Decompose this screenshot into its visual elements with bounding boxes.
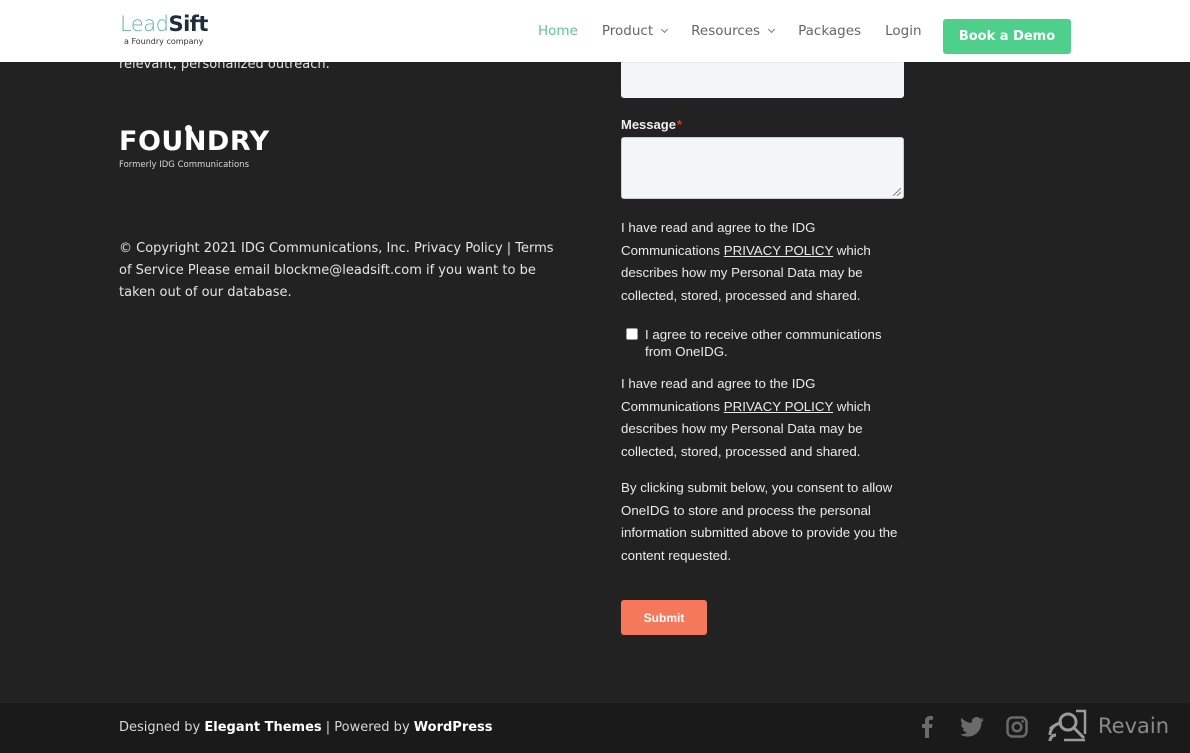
foundry-dot-icon xyxy=(185,125,192,132)
submit-button[interactable]: Submit xyxy=(621,600,707,635)
revain-text: Revain xyxy=(1098,714,1170,738)
message-label-text: Message xyxy=(621,117,676,132)
message-label: Message* xyxy=(621,117,682,132)
nav-product-label: Product xyxy=(601,23,654,39)
logo-sift-text: Sift xyxy=(168,12,208,36)
privacy-consent-2: I have read and agree to the IDG Communi… xyxy=(621,373,904,463)
privacy-policy-link-2[interactable]: PRIVACY POLICY xyxy=(724,399,833,414)
elegant-themes-link[interactable]: Elegant Themes xyxy=(204,720,321,735)
nav-resources-label: Resources xyxy=(691,23,761,39)
wordpress-link[interactable]: WordPress xyxy=(414,720,493,735)
privacy-consent-1: I have read and agree to the IDG Communi… xyxy=(621,217,904,307)
message-textarea[interactable] xyxy=(621,137,904,199)
leadsift-logo[interactable]: LeadSift a Foundry company xyxy=(120,12,208,46)
nav-resources[interactable]: Resources xyxy=(691,23,776,39)
opt-in-label[interactable]: I agree to receive other communications … xyxy=(645,326,904,360)
nav-packages[interactable]: Packages xyxy=(798,23,861,39)
nav-home-label: Home xyxy=(538,23,578,39)
bottom-bar: Designed by Elegant Themes | Powered by … xyxy=(0,703,1190,753)
privacy-policy-link-1[interactable]: PRIVACY POLICY xyxy=(724,243,833,258)
main-nav: Home Product Resources Packages Login xyxy=(538,0,946,62)
footer-credits: Designed by Elegant Themes | Powered by … xyxy=(119,720,493,735)
site-header: LeadSift a Foundry company Home Product … xyxy=(0,0,1190,62)
instagram-icon[interactable] xyxy=(1005,715,1029,739)
nav-packages-label: Packages xyxy=(798,23,862,39)
foundry-subtitle: Formerly IDG Communications xyxy=(119,160,249,170)
nav-product[interactable]: Product xyxy=(601,23,669,39)
logo-lead-text: Lead xyxy=(120,12,169,36)
foundry-wordmark: FOUNDRY xyxy=(119,126,270,157)
revain-watermark: Revain xyxy=(1048,709,1169,743)
logo-tagline: a Foundry company xyxy=(124,37,204,46)
copyright-text: © Copyright 2021 IDG Communications, Inc… xyxy=(119,241,554,300)
powered-by-text: | Powered by xyxy=(321,720,414,735)
foundry-logo[interactable]: FOUNDRY Formerly IDG Communications xyxy=(119,125,270,170)
nav-login-label: Login xyxy=(885,23,922,39)
resize-handle-icon[interactable] xyxy=(893,188,901,196)
designed-by-text: Designed by xyxy=(119,720,205,735)
social-links xyxy=(915,715,1050,739)
opt-in-checkbox[interactable] xyxy=(626,328,638,340)
required-marker: * xyxy=(676,117,682,132)
nav-home[interactable]: Home xyxy=(538,23,578,39)
revain-logo-icon xyxy=(1048,709,1087,742)
book-demo-button[interactable]: Book a Demo xyxy=(943,19,1071,54)
facebook-icon[interactable] xyxy=(915,715,939,739)
submit-notice: By clicking submit below, you consent to… xyxy=(621,480,898,563)
nav-login[interactable]: Login xyxy=(885,23,921,39)
chevron-down-icon xyxy=(768,25,776,33)
communications-opt-in[interactable]: I agree to receive other communications … xyxy=(626,326,904,360)
twitter-icon[interactable] xyxy=(960,715,984,739)
chevron-down-icon xyxy=(661,25,669,33)
